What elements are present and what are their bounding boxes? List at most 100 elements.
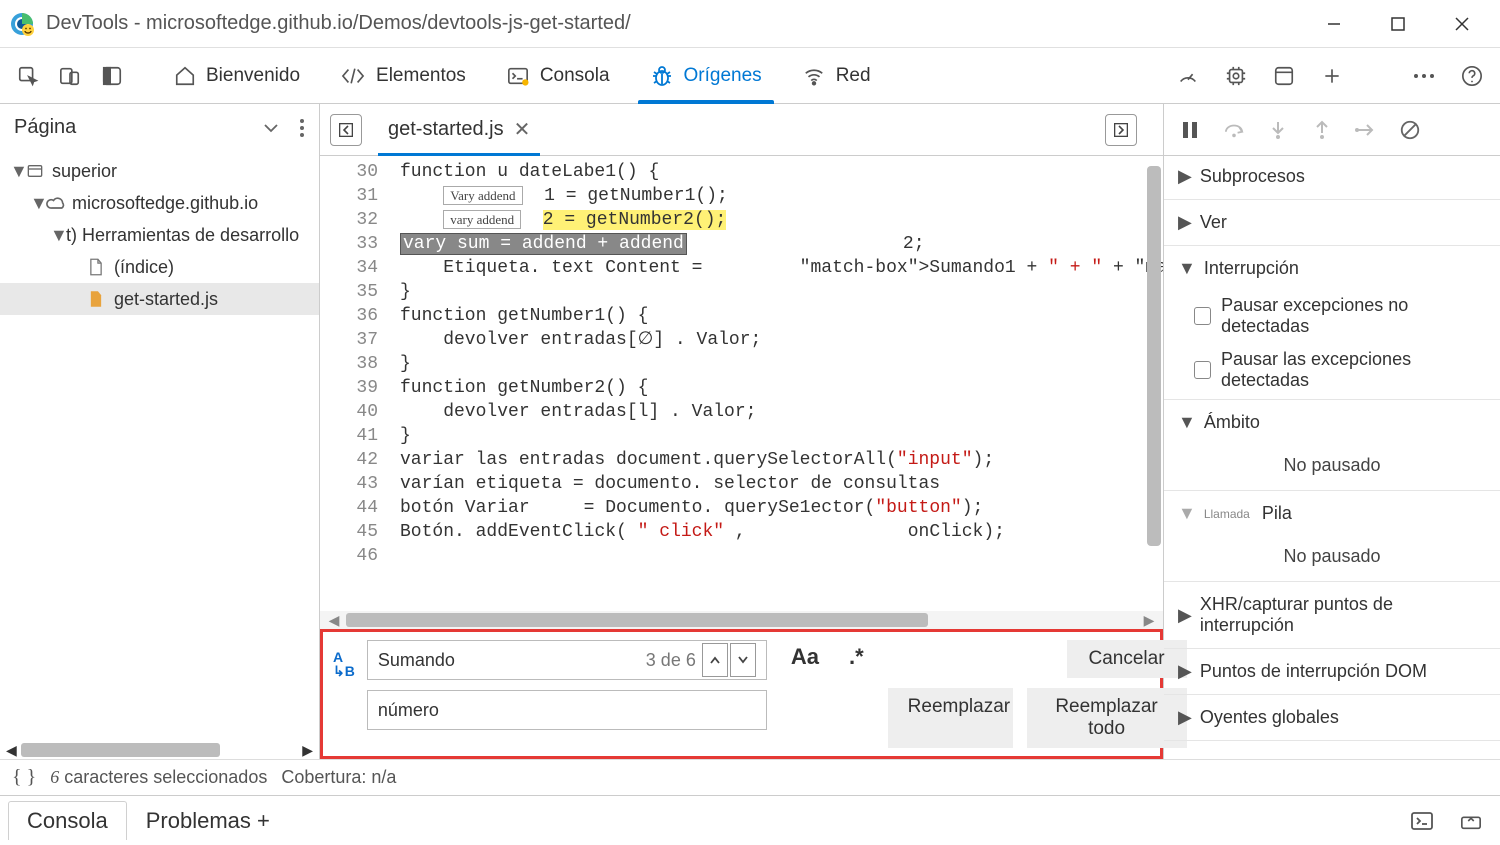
checkbox-label: Pausar excepciones no detectadas (1221, 295, 1486, 337)
coverage-info: Cobertura: n/a (281, 767, 396, 788)
tree-folder[interactable]: ▼ t) Herramientas de desarrollo (0, 219, 319, 251)
search-input-wrapper: Sumando 3 de 6 (367, 640, 767, 680)
code-lines[interactable]: function u dateLabe1() { Vary addend 1 =… (400, 160, 1163, 568)
navigator-pane: Página ▼ superior ▼ microsoftedge.github… (0, 104, 320, 759)
code-area[interactable]: 3031323334353637383940414243444546 funct… (320, 156, 1163, 611)
home-icon (174, 65, 196, 87)
navigator-header[interactable]: Página (0, 104, 319, 151)
file-js-icon (88, 290, 110, 308)
editor-status-bar: { } 6 caracteres seleccionados Cobertura… (0, 759, 1500, 795)
file-tree: ▼ superior ▼ microsoftedge.github.io ▼ t… (0, 151, 319, 319)
pretty-print-button[interactable]: { } (12, 766, 36, 789)
caret-down-icon: ▼ (10, 155, 26, 187)
window-title: DevTools - microsoftedge.github.io/Demos… (46, 12, 1316, 35)
drawer-tab-console[interactable]: Consola (8, 801, 127, 840)
tab-label: Red (836, 65, 871, 87)
section-breakpoints[interactable]: ▼Interrupción (1164, 248, 1500, 289)
help-icon[interactable] (1460, 64, 1484, 88)
case-sensitive-toggle[interactable]: Aa (791, 644, 819, 670)
tree-domain[interactable]: ▼ microsoftedge.github.io (0, 187, 319, 219)
toggle-navigator-button[interactable] (330, 114, 362, 146)
wifi-icon (802, 65, 826, 87)
tab-elements[interactable]: Elementos (320, 48, 486, 103)
editor-tab[interactable]: get-started.js ✕ (378, 104, 540, 155)
tab-label: Consola (540, 65, 610, 87)
pause-icon[interactable] (1178, 118, 1202, 142)
section-watch[interactable]: ▶Ver (1164, 202, 1500, 243)
add-tab-icon[interactable] (1320, 64, 1344, 88)
section-xhr[interactable]: ▶XHR/capturar puntos de interrupción (1164, 584, 1500, 646)
find-replace-toggle-icon[interactable]: A↳B (333, 650, 355, 678)
toggle-debugger-button[interactable] (1105, 114, 1137, 146)
dock-icon[interactable] (100, 64, 124, 88)
step-icon[interactable] (1354, 118, 1378, 142)
next-match-button[interactable] (730, 643, 756, 677)
file-icon (88, 258, 110, 276)
deactivate-breakpoints-icon[interactable] (1398, 118, 1422, 142)
debug-toolbar (1164, 104, 1500, 156)
close-icon[interactable]: ✕ (514, 117, 531, 142)
tree-label: microsoftedge.github.io (72, 187, 258, 219)
tab-label: Elementos (376, 65, 466, 87)
window-maximize-button[interactable] (1380, 10, 1416, 38)
checkbox[interactable] (1194, 361, 1211, 379)
callstack-not-paused: No pausado (1164, 534, 1500, 579)
prev-match-button[interactable] (702, 643, 728, 677)
console-settings-icon[interactable] (1410, 811, 1434, 831)
device-icon[interactable] (58, 64, 82, 88)
application-icon[interactable] (1272, 64, 1296, 88)
more-vertical-icon[interactable] (299, 118, 305, 138)
section-callstack[interactable]: ▼LlamadaPila (1164, 493, 1500, 534)
window-minimize-button[interactable] (1316, 10, 1352, 38)
tree-label: superior (52, 155, 117, 187)
pause-caught-row[interactable]: Pausar las excepciones detectadas (1164, 343, 1500, 397)
app-icon (8, 10, 36, 38)
drawer: Consola Problemas + (0, 795, 1500, 845)
replace-all-button[interactable]: Reemplazar todo (1027, 688, 1187, 748)
pause-uncaught-row[interactable]: Pausar excepciones no detectadas (1164, 289, 1500, 343)
replace-input[interactable]: número (378, 700, 439, 721)
checkbox[interactable] (1194, 307, 1211, 325)
sidebar-hscroll[interactable]: ◀▶ (0, 741, 319, 759)
drawer-tab-problems[interactable]: Problemas + (127, 801, 289, 841)
tree-file-index[interactable]: (índice) (0, 251, 319, 283)
tree-root[interactable]: ▼ superior (0, 155, 319, 187)
editor-hscroll[interactable]: ◀▶ (320, 611, 1163, 629)
tab-sources[interactable]: Orígenes (630, 48, 782, 103)
tab-network[interactable]: Red (782, 48, 891, 103)
tree-label: (índice) (114, 251, 174, 283)
replace-button[interactable]: Reemplazar (888, 688, 1013, 748)
drawer-expand-icon[interactable] (1460, 811, 1482, 831)
caret-down-icon: ▼ (30, 187, 46, 219)
step-out-icon[interactable] (1310, 118, 1334, 142)
search-input[interactable]: Sumando (378, 650, 455, 671)
inspect-icon[interactable] (16, 64, 40, 88)
step-into-icon[interactable] (1266, 118, 1290, 142)
debugger-pane: ▶Subprocesos ▶Ver ▼Interrupción Pausar e… (1164, 104, 1500, 759)
more-icon[interactable] (1412, 64, 1436, 88)
section-scope[interactable]: ▼Ámbito (1164, 402, 1500, 443)
code-icon (340, 65, 366, 87)
section-threads[interactable]: ▶Subprocesos (1164, 156, 1500, 197)
chevron-down-icon[interactable] (263, 123, 279, 133)
step-over-icon[interactable] (1222, 118, 1246, 142)
regex-toggle[interactable]: .* (849, 644, 864, 670)
selection-info: 6 caracteres seleccionados (50, 767, 267, 788)
tree-label: t) Herramientas de desarrollo (66, 219, 299, 251)
cloud-icon (46, 195, 68, 211)
result-count: 3 de 6 (646, 650, 696, 671)
memory-icon[interactable] (1224, 64, 1248, 88)
bug-icon (650, 64, 674, 88)
section-listeners[interactable]: ▶Oyentes globales (1164, 697, 1500, 738)
tree-file-js[interactable]: get-started.js (0, 283, 319, 315)
editor-vscroll[interactable] (1147, 166, 1161, 546)
tab-welcome[interactable]: Bienvenido (154, 48, 320, 103)
window-close-button[interactable] (1444, 10, 1480, 38)
section-dom[interactable]: ▶Puntos de interrupción DOM (1164, 651, 1500, 692)
console-icon (506, 65, 530, 87)
navigator-tab-label: Página (14, 116, 76, 139)
window-icon (26, 163, 48, 179)
main-area: Página ▼ superior ▼ microsoftedge.github… (0, 104, 1500, 759)
performance-icon[interactable] (1176, 64, 1200, 88)
tab-console[interactable]: Consola (486, 48, 630, 103)
